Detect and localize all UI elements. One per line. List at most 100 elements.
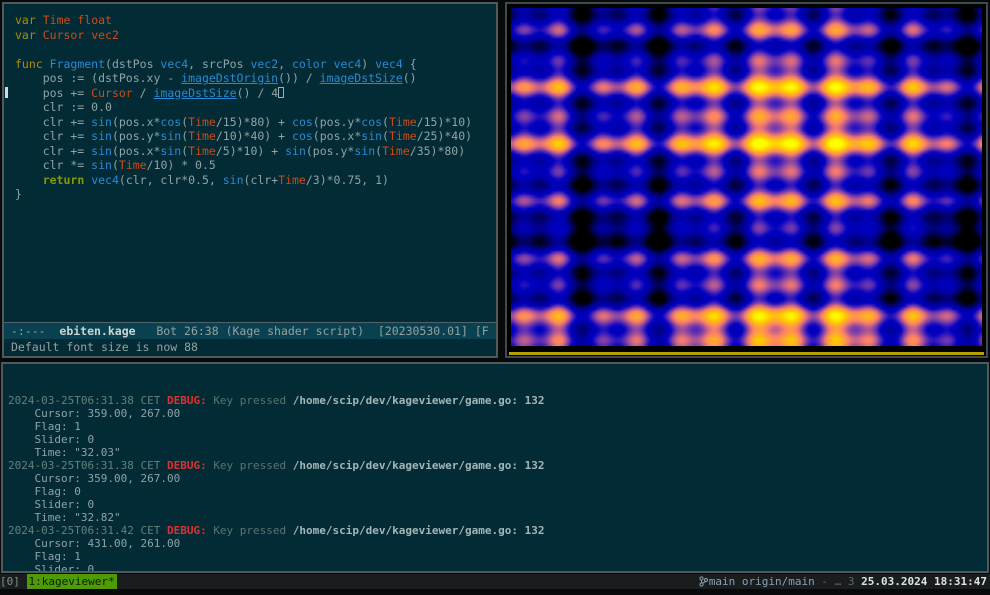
code-token <box>327 57 334 71</box>
log-ts: 2024-03-25T06:31.42 CET <box>8 524 167 537</box>
git-extra-label: - … 3 <box>815 574 861 589</box>
code-token: sin <box>354 144 375 158</box>
log-entry-field: Slider: 0 <box>8 563 982 573</box>
code-token: cos <box>361 115 382 129</box>
code-token: } <box>15 187 22 201</box>
code-token: , srcPos <box>188 57 250 71</box>
code-token: (pos.x* <box>112 115 160 129</box>
code-token: sin <box>223 173 244 187</box>
code-token: ( <box>382 129 389 143</box>
code-token: /3)*0.75, 1) <box>306 173 389 187</box>
code-line: pos := (dstPos.xy - imageDstOrigin()) / … <box>15 71 492 86</box>
code-token: clr += <box>15 129 91 143</box>
code-token: Time <box>278 173 306 187</box>
code-token <box>36 28 43 42</box>
code-line: func Fragment(dstPos vec4, srcPos vec2, … <box>15 57 492 72</box>
code-token: () / 4 <box>237 86 279 100</box>
log-lvl: DEBUG: <box>167 459 213 472</box>
tmux-status-bar: [0] 1:kageviewer* main origin/main - … 3… <box>0 574 990 589</box>
statusbar-datetime: 25.03.2024 18:31:47 <box>861 574 990 589</box>
code-token: sin <box>91 115 112 129</box>
code-token: cos <box>292 129 313 143</box>
code-token: () <box>403 71 417 85</box>
code-token: , <box>278 57 292 71</box>
editor-modeline: -:--- ebiten.kage Bot 26:38 (Kage shader… <box>4 322 496 339</box>
code-line: } <box>15 187 492 202</box>
code-token: imageDstSize <box>154 86 237 100</box>
code-token: /15)*80) + <box>216 115 292 129</box>
code-token: color <box>292 57 327 71</box>
code-line: clr *= sin(Time/10) * 0.5 <box>15 158 492 173</box>
code-token: Time <box>389 129 417 143</box>
editor-cursor <box>278 87 284 98</box>
code-line: pos += Cursor / imageDstSize() / 4 <box>15 86 492 101</box>
log-entry-header: 2024-03-25T06:31.38 CET DEBUG: Key press… <box>8 394 982 407</box>
log-lvl: DEBUG: <box>167 524 213 537</box>
log-entry-field: Flag: 1 <box>8 550 982 563</box>
log-entry-field: Flag: 1 <box>8 420 982 433</box>
code-token: (pos.y* <box>306 144 354 158</box>
code-token: func <box>15 57 43 71</box>
code-token: clr += <box>15 144 91 158</box>
log-entry-header: 2024-03-25T06:31.42 CET DEBUG: Key press… <box>8 524 982 537</box>
code-token: (clr, clr*0.5, <box>119 173 223 187</box>
shader-render-canvas[interactable] <box>511 8 982 346</box>
code-token <box>43 57 50 71</box>
code-token: Time <box>188 144 216 158</box>
code-token: imageDstOrigin <box>181 71 278 85</box>
code-line: clr += sin(pos.x*cos(Time/15)*80) + cos(… <box>15 115 492 130</box>
code-token: Time <box>188 129 216 143</box>
code-token: /5)*10) + <box>216 144 285 158</box>
git-status-segment: main origin/main - … 3 25.03.2024 18:31:… <box>697 574 990 589</box>
code-token: (pos.y* <box>313 115 361 129</box>
code-token: Time <box>382 144 410 158</box>
code-token: ( <box>112 158 119 172</box>
shader-viewer-pane <box>505 2 988 358</box>
code-token: Time <box>43 13 71 27</box>
code-token: Cursor <box>91 86 133 100</box>
modeline-state: -:--- <box>4 324 59 338</box>
log-ts: 2024-03-25T06:31.38 CET <box>8 459 167 472</box>
code-token: float <box>77 13 112 27</box>
code-token: return <box>43 173 85 187</box>
log-output: 2024-03-25T06:31.38 CET DEBUG: Key press… <box>8 394 982 573</box>
code-token: sin <box>361 129 382 143</box>
code-token: imageDstSize <box>320 71 403 85</box>
code-token: Time <box>188 115 216 129</box>
code-line: clr := 0.0 <box>15 100 492 115</box>
log-entry-field: Cursor: 359.00, 267.00 <box>8 472 982 485</box>
modeline-info: Bot 26:38 (Kage shader script) [20230530… <box>136 324 489 338</box>
code-token: (dstPos <box>105 57 160 71</box>
code-token: /35)*80) <box>410 144 465 158</box>
code-line: clr += sin(pos.y*sin(Time/10)*40) + cos(… <box>15 129 492 144</box>
code-token: (pos.y* <box>112 129 160 143</box>
code-token: vec2 <box>91 28 119 42</box>
code-token: sin <box>91 129 112 143</box>
code-token: clr *= <box>15 158 91 172</box>
code-token: sin <box>160 144 181 158</box>
viewer-slider-bar[interactable] <box>509 352 984 355</box>
code-token <box>15 42 22 56</box>
code-token: /10)*40) + <box>216 129 292 143</box>
log-pane[interactable]: 2024-03-25T06:31.38 CET DEBUG: Key press… <box>1 362 989 573</box>
code-token: ()) / <box>278 71 320 85</box>
code-token: var <box>15 28 36 42</box>
echo-area-message: Default font size is now 88 <box>4 339 496 356</box>
fringe-cursor-marker <box>5 87 8 98</box>
code-token: ( <box>382 115 389 129</box>
code-token: (pos.x* <box>313 129 361 143</box>
tmux-window-tab[interactable]: 1:kageviewer* <box>27 574 117 589</box>
code-editor[interactable]: var Time float var Cursor vec2 func Fragm… <box>4 4 496 322</box>
code-token: var <box>15 13 36 27</box>
code-line <box>15 42 492 57</box>
git-branch-label: main <box>709 574 736 589</box>
code-token: ) <box>361 57 375 71</box>
code-token: clr += <box>15 115 91 129</box>
code-token: (pos.x* <box>112 144 160 158</box>
code-token: / <box>133 86 154 100</box>
log-entry-field: Time: "32.82" <box>8 511 982 524</box>
code-token: Time <box>389 115 417 129</box>
code-token <box>15 173 43 187</box>
code-line: return vec4(clr, clr*0.5, sin(clr+Time/3… <box>15 173 492 188</box>
code-token: clr := 0.0 <box>15 100 112 114</box>
